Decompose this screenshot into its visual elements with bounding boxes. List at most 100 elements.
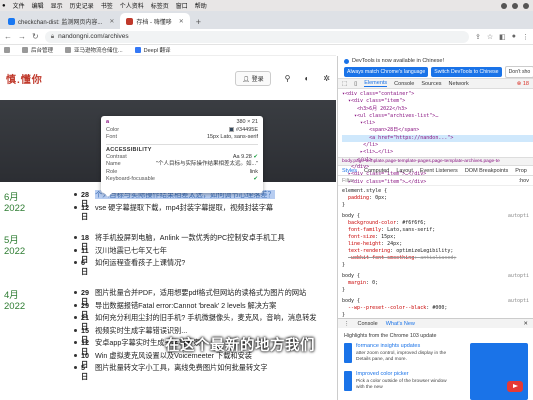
css-rule[interactable]: body {autopti margin: 0;} [342, 273, 529, 294]
css-source-link[interactable]: autopti [508, 273, 529, 280]
close-icon[interactable]: ✕ [523, 321, 528, 327]
tab-console[interactable]: Console [394, 81, 414, 87]
login-button[interactable]: 👤︎ 登录 [235, 70, 271, 86]
drawer-menu-icon[interactable]: ⋮ [344, 321, 350, 327]
css-rule[interactable]: body {autopti background-color: #f6f6f6; f… [342, 213, 529, 269]
archive-entry-link[interactable]: vse 硬字幕提取下载，mp4封装字幕提取，视频封装字幕 [95, 203, 273, 212]
tab-network[interactable]: Network [449, 81, 469, 87]
dom-node[interactable]: ▾<li> [342, 120, 533, 127]
settings-icon[interactable]: ✲ [323, 74, 330, 83]
css-property[interactable]: font-size [348, 234, 375, 240]
close-icon[interactable]: ✕ [179, 18, 184, 25]
menu-help[interactable]: 帮助 [195, 1, 207, 10]
subtab-properties[interactable]: Prop [515, 168, 527, 174]
menu-window[interactable]: 窗口 [176, 1, 188, 10]
subtab-layout[interactable]: Layout [396, 168, 413, 174]
more-icon[interactable]: ⋮ [522, 33, 529, 41]
dont-show-button[interactable]: Don't sho [504, 66, 533, 78]
drawer-tab-console[interactable]: Console [358, 321, 378, 327]
theme-toggle-icon[interactable]: ◐ [304, 74, 309, 83]
device-icon[interactable]: ▯ [354, 81, 357, 87]
inspect-icon[interactable]: ⬚ [342, 81, 347, 87]
match-language-button[interactable]: Always match Chrome's language [344, 67, 429, 77]
menu-bookmarks[interactable]: 书签 [101, 1, 113, 10]
wifi-icon[interactable] [512, 2, 518, 9]
css-value[interactable]: Lato,sans-serif; [387, 227, 435, 233]
css-value[interactable]: #000; [432, 305, 447, 311]
tab-elements[interactable]: Elements [364, 80, 388, 87]
archive-entry-link[interactable]: 将手机投屏到电脑，Anlink 一款优秀的PC控制安卓手机工具 [95, 233, 285, 242]
css-property[interactable]: line-height [348, 241, 381, 247]
css-value[interactable]: antialiased; [420, 255, 456, 261]
menu-tabs[interactable]: 标签页 [151, 1, 169, 10]
subtab-dom-breakpoints[interactable]: DOM Breakpoints [465, 168, 508, 174]
archive-entry-link[interactable]: 如何运程查看孩子上课情况? [95, 258, 185, 267]
dom-node[interactable]: ▾<div class="container"> [342, 91, 533, 98]
css-value[interactable]: 0px; [375, 195, 387, 201]
forward-icon[interactable]: → [18, 32, 26, 41]
archive-entry-link[interactable]: 图片批量转文字小工具，离线免费图片如何批量转文字 [95, 363, 268, 372]
bookmark-deepl[interactable]: Deepl 翻译 [134, 46, 171, 54]
dom-node[interactable]: <h3>6月 2022</h3> [342, 106, 533, 113]
subtab-computed[interactable]: Computed [364, 168, 389, 174]
archive-entry-link[interactable]: 如何充分利用尘封的旧手机? 手机微摄像头，麦克风，音响，消息转发 [95, 313, 317, 322]
star-icon[interactable]: ☆ [487, 33, 493, 41]
dom-node[interactable]: ▾<ul class="archives-list">… [342, 113, 533, 120]
tab-archives[interactable]: 存档 - 嗨懂哆 ✕ [120, 13, 190, 29]
site-logo[interactable]: 慎.懂你 [6, 71, 43, 86]
filter-input[interactable]: Filter [342, 178, 354, 184]
archive-entry[interactable]: 5日 图片批量转文字小工具，离线免费图片如何批量转文字 [74, 363, 332, 382]
bookmark-amazon[interactable]: 亚马逊物流仓储位... [65, 46, 123, 54]
drawer-tab-whatsnew[interactable]: What's New [386, 321, 415, 327]
close-icon[interactable]: ✕ [109, 18, 114, 25]
archive-entry-link[interactable]: 导出数据报错Fatal error:Cannot 'break' 2 level… [95, 301, 276, 310]
css-property[interactable]: text-rendering [348, 248, 390, 254]
whatsnew-video[interactable] [470, 343, 528, 400]
css-property[interactable]: -webkit-font-smoothing [348, 255, 414, 261]
bookmark-apps[interactable] [4, 47, 10, 53]
css-rule[interactable]: body {autopti --wp--preset--color--black:… [342, 298, 529, 319]
css-value[interactable]: 24px; [387, 241, 402, 247]
menu-history[interactable]: 历史记录 [70, 1, 94, 10]
switch-chinese-button[interactable]: Switch DevTools to Chinese [431, 67, 502, 77]
control-center-icon[interactable] [523, 2, 529, 9]
archive-entry[interactable]: 12日 vse 硬字幕提取下载，mp4封装字幕提取，视频封装字幕 [74, 203, 332, 222]
status-icon[interactable] [501, 2, 507, 9]
css-rule[interactable]: element.style {padding: 0px;} [342, 188, 529, 209]
subtab-styles[interactable]: Styles [342, 168, 357, 174]
css-value[interactable]: 15px; [381, 234, 396, 240]
css-source-link[interactable]: autopti [508, 298, 529, 305]
css-source-link[interactable]: autopti [508, 213, 529, 220]
css-property[interactable]: --wp--preset--color--black [348, 305, 426, 311]
dom-node[interactable]: </li> [342, 142, 533, 149]
archive-entry-link[interactable]: 汉川地震已七年又七年 [95, 246, 167, 255]
menu-edit[interactable]: 编辑 [32, 1, 44, 10]
profile-icon[interactable]: ● [512, 33, 516, 41]
new-tab-button[interactable]: + [190, 17, 207, 29]
archive-entry-link[interactable]: 图片批量合并PDF，适用想要pdf格式但网站的读格式为图片的网站 [95, 288, 306, 297]
bookmark-admin[interactable]: 后台管理 [22, 46, 53, 54]
css-property[interactable]: font-family [348, 227, 381, 233]
dom-node[interactable]: <a href="https://nandon..."> [342, 134, 533, 143]
subtab-event-listeners[interactable]: Event Listeners [420, 168, 458, 174]
menu-file[interactable]: 文件 [13, 1, 25, 10]
css-value[interactable]: #f6f6f6; [402, 220, 426, 226]
dom-node[interactable]: ▾<div class="item"> [342, 98, 533, 105]
tab-sources[interactable]: Sources [421, 81, 441, 87]
error-badge[interactable]: ⊗ 18 [517, 81, 529, 87]
css-property[interactable]: margin [348, 280, 366, 286]
search-icon[interactable]: ⚲ [285, 74, 291, 83]
url-input[interactable]: 🔒︎ nandongni.com/archives [44, 30, 469, 43]
apple-icon[interactable]: ● [2, 3, 6, 9]
css-value[interactable]: 0; [372, 280, 378, 286]
css-property[interactable]: background-color [348, 220, 396, 226]
css-property[interactable]: padding [348, 195, 369, 201]
css-value[interactable]: optimizeLegibility; [396, 248, 453, 254]
back-icon[interactable]: ← [4, 32, 12, 41]
extensions-icon[interactable]: ◧ [499, 33, 506, 41]
menu-profile[interactable]: 个人资料 [120, 1, 144, 10]
share-icon[interactable]: ⇪ [475, 33, 481, 41]
tab-checkchan[interactable]: checkchan-dist: 监测网页内容... ✕ [2, 13, 120, 29]
dom-node[interactable]: ▸<li>…</li> [342, 149, 533, 156]
hov-toggle[interactable]: :hov [519, 178, 529, 184]
